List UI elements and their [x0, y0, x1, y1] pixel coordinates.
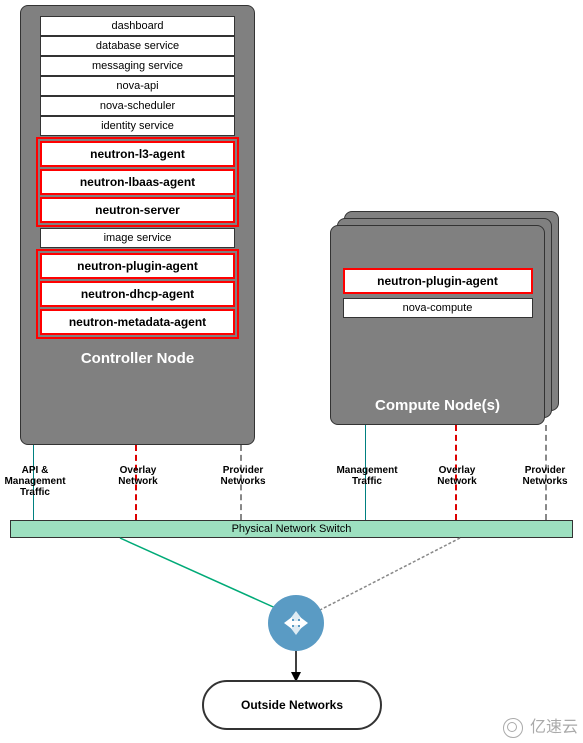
label-provider-2: Provider Networks: [510, 465, 580, 487]
label-overlay-1: Overlay Network: [103, 465, 173, 487]
service-image: image service: [40, 228, 235, 248]
controller-title: Controller Node: [81, 350, 194, 367]
label-api-mgmt: API & Management Traffic: [0, 465, 70, 498]
service-nova-scheduler: nova-scheduler: [40, 96, 235, 116]
controller-node: dashboard database service messaging ser…: [20, 5, 255, 445]
neutron-architecture-diagram: dashboard database service messaging ser…: [0, 0, 583, 743]
service-messaging: messaging service: [40, 56, 235, 76]
label-overlay-2: Overlay Network: [422, 465, 492, 487]
label-provider-1: Provider Networks: [208, 465, 278, 487]
service-compute-neutron-plugin-agent: neutron-plugin-agent: [343, 268, 533, 294]
highlight-group-2: neutron-plugin-agent neutron-dhcp-agent …: [36, 249, 239, 339]
service-database: database service: [40, 36, 235, 56]
service-neutron-plugin-agent: neutron-plugin-agent: [40, 253, 235, 279]
service-nova-api: nova-api: [40, 76, 235, 96]
service-identity: identity service: [40, 116, 235, 136]
label-mgmt: Management Traffic: [332, 465, 402, 487]
outside-networks-cloud: Outside Networks: [202, 680, 382, 730]
service-neutron-server: neutron-server: [40, 197, 235, 223]
physical-network-switch: Physical Network Switch: [10, 520, 573, 538]
service-dashboard: dashboard: [40, 16, 235, 36]
router-icon: [268, 595, 324, 651]
compute-node-front: neutron-plugin-agent nova-compute Comput…: [330, 225, 545, 425]
service-neutron-l3-agent: neutron-l3-agent: [40, 141, 235, 167]
service-neutron-dhcp-agent: neutron-dhcp-agent: [40, 281, 235, 307]
service-nova-compute: nova-compute: [343, 298, 533, 318]
outside-label: Outside Networks: [241, 698, 343, 712]
service-neutron-metadata-agent: neutron-metadata-agent: [40, 309, 235, 335]
compute-title: Compute Node(s): [375, 397, 500, 414]
service-neutron-lbaas-agent: neutron-lbaas-agent: [40, 169, 235, 195]
watermark: 亿速云: [503, 713, 578, 738]
highlight-group-1: neutron-l3-agent neutron-lbaas-agent neu…: [36, 137, 239, 227]
